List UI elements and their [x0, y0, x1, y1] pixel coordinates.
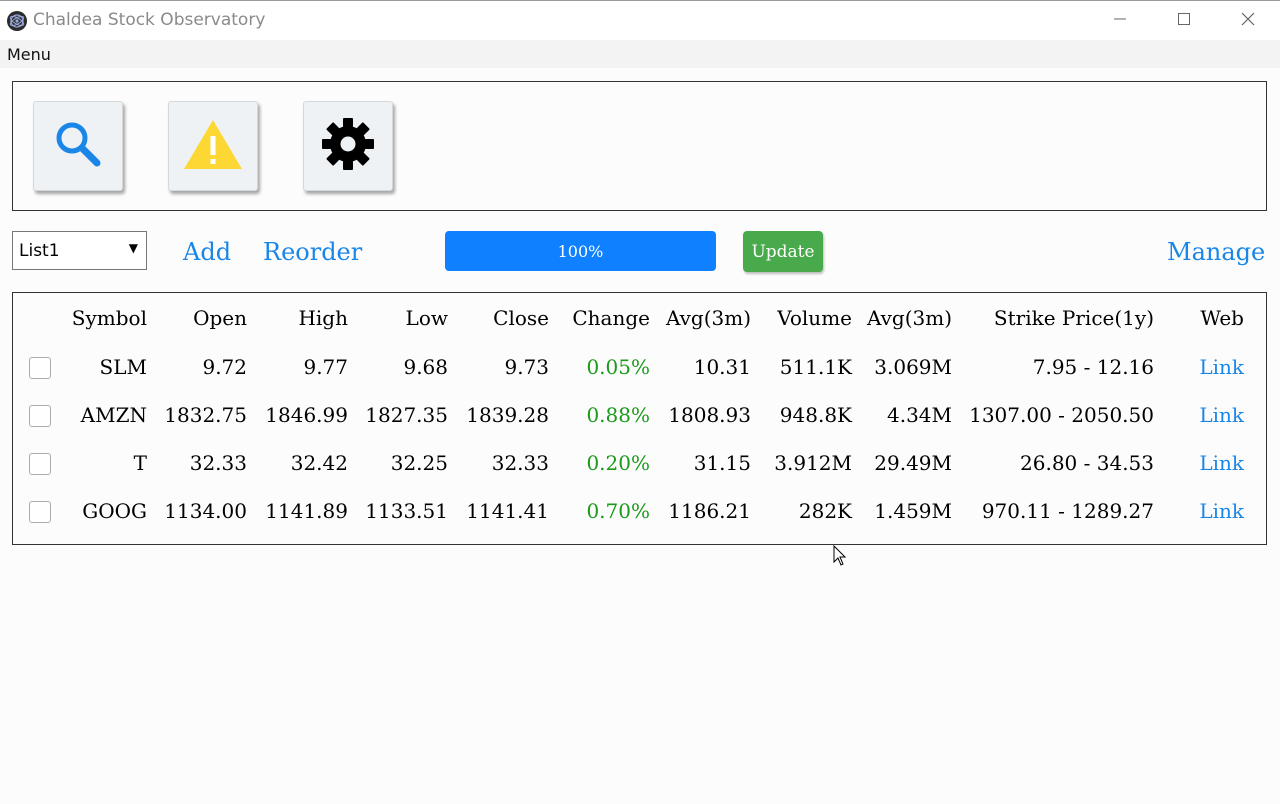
cell-symbol: GOOG — [82, 499, 147, 523]
cell-high: 9.77 — [303, 355, 348, 379]
warning-icon — [182, 117, 244, 176]
cell-low: 32.25 — [390, 451, 448, 475]
header-web: Web — [1200, 306, 1244, 330]
cell-open: 1134.00 — [164, 499, 247, 523]
reorder-button[interactable]: Reorder — [263, 238, 362, 266]
cell-symbol: T — [133, 451, 147, 475]
cell-symbol: AMZN — [80, 403, 147, 427]
cell-strike-price: 26.80 - 34.53 — [1020, 451, 1154, 475]
web-link[interactable]: Link — [1158, 439, 1248, 487]
cell-avg3m-volume: 1.459M — [874, 499, 952, 523]
cell-symbol: SLM — [99, 355, 147, 379]
cell-volume: 282K — [798, 499, 852, 523]
header-change: Change — [572, 306, 650, 330]
header-strike-price: Strike Price(1y) — [993, 306, 1154, 330]
close-button[interactable] — [1216, 1, 1280, 41]
header-avg3m-price: Avg(3m) — [665, 306, 751, 330]
cell-change: 0.20% — [586, 451, 650, 475]
progress-bar: 100% — [445, 231, 716, 271]
cell-close: 9.73 — [504, 355, 549, 379]
header-select — [13, 293, 59, 343]
cell-high: 1846.99 — [265, 403, 348, 427]
cell-volume: 948.8K — [779, 403, 852, 427]
cell-high: 1141.89 — [265, 499, 348, 523]
close-icon — [1241, 12, 1255, 31]
table-header-row: Symbol Open High Low Close Change Avg(3m… — [13, 293, 1248, 343]
list-select[interactable]: List1 ▼ — [12, 231, 147, 270]
cell-open: 32.33 — [189, 451, 247, 475]
header-symbol: Symbol — [71, 306, 147, 330]
cell-low: 1133.51 — [365, 499, 448, 523]
search-button[interactable] — [33, 101, 123, 191]
cell-change: 0.70% — [586, 499, 650, 523]
table-row: GOOG 1134.00 1141.89 1133.51 1141.41 0.7… — [13, 487, 1248, 535]
maximize-icon — [1178, 12, 1190, 30]
gear-icon — [320, 116, 376, 177]
cell-avg3m-price: 31.15 — [693, 451, 751, 475]
minimize-button[interactable] — [1088, 1, 1152, 41]
table-row: AMZN 1832.75 1846.99 1827.35 1839.28 0.8… — [13, 391, 1248, 439]
cell-change: 0.88% — [586, 403, 650, 427]
stock-table: Symbol Open High Low Close Change Avg(3m… — [13, 293, 1248, 535]
cell-strike-price: 1307.00 - 2050.50 — [969, 403, 1154, 427]
web-link[interactable]: Link — [1158, 391, 1248, 439]
title-bar: Chaldea Stock Observatory — [0, 0, 1280, 40]
table-row: T 32.33 32.42 32.25 32.33 0.20% 31.15 3.… — [13, 439, 1248, 487]
cell-avg3m-volume: 3.069M — [874, 355, 952, 379]
cell-change: 0.05% — [586, 355, 650, 379]
header-high: High — [298, 306, 348, 330]
alert-button[interactable] — [168, 101, 258, 191]
row-checkbox[interactable] — [29, 501, 51, 524]
cell-avg3m-volume: 4.34M — [886, 403, 952, 427]
menu-item-menu[interactable]: Menu — [7, 45, 51, 64]
maximize-button[interactable] — [1152, 1, 1216, 41]
progress-label: 100% — [557, 241, 604, 261]
cell-strike-price: 7.95 - 12.16 — [1032, 355, 1154, 379]
cell-high: 32.42 — [290, 451, 348, 475]
minimize-icon — [1114, 12, 1126, 30]
table-row: SLM 9.72 9.77 9.68 9.73 0.05% 10.31 511.… — [13, 343, 1248, 391]
search-icon — [52, 118, 104, 175]
stock-table-panel: Symbol Open High Low Close Change Avg(3m… — [12, 292, 1267, 545]
header-low: Low — [405, 306, 448, 330]
cell-low: 1827.35 — [365, 403, 448, 427]
mouse-cursor-icon — [833, 544, 847, 572]
row-checkbox[interactable] — [29, 357, 51, 380]
cell-close: 1141.41 — [466, 499, 549, 523]
cell-avg3m-price: 10.31 — [693, 355, 751, 379]
cell-open: 1832.75 — [164, 403, 247, 427]
update-button[interactable]: Update — [743, 231, 823, 272]
app-logo-icon — [7, 11, 27, 31]
header-avg3m-volume: Avg(3m) — [866, 306, 952, 330]
cell-avg3m-price: 1808.93 — [668, 403, 751, 427]
cell-volume: 3.912M — [774, 451, 852, 475]
row-checkbox[interactable] — [29, 453, 51, 476]
list-select-value: List1 — [19, 241, 60, 261]
cell-close: 1839.28 — [466, 403, 549, 427]
manage-button[interactable]: Manage — [1167, 238, 1265, 266]
header-close: Close — [493, 306, 549, 330]
cell-avg3m-volume: 29.49M — [874, 451, 952, 475]
cell-volume: 511.1K — [779, 355, 852, 379]
cell-low: 9.68 — [403, 355, 448, 379]
header-volume: Volume — [777, 306, 852, 330]
add-button[interactable]: Add — [183, 238, 231, 266]
toolbar-panel — [12, 81, 1267, 211]
cell-close: 32.33 — [491, 451, 549, 475]
header-open: Open — [193, 306, 247, 330]
menu-bar: Menu — [0, 40, 1280, 68]
window-title: Chaldea Stock Observatory — [33, 10, 266, 30]
web-link[interactable]: Link — [1158, 487, 1248, 535]
cell-avg3m-price: 1186.21 — [668, 499, 751, 523]
settings-button[interactable] — [303, 101, 393, 191]
cell-strike-price: 970.11 - 1289.27 — [981, 499, 1154, 523]
row-checkbox[interactable] — [29, 405, 51, 428]
cell-open: 9.72 — [202, 355, 247, 379]
dropdown-arrow-icon: ▼ — [128, 241, 138, 255]
web-link[interactable]: Link — [1158, 343, 1248, 391]
